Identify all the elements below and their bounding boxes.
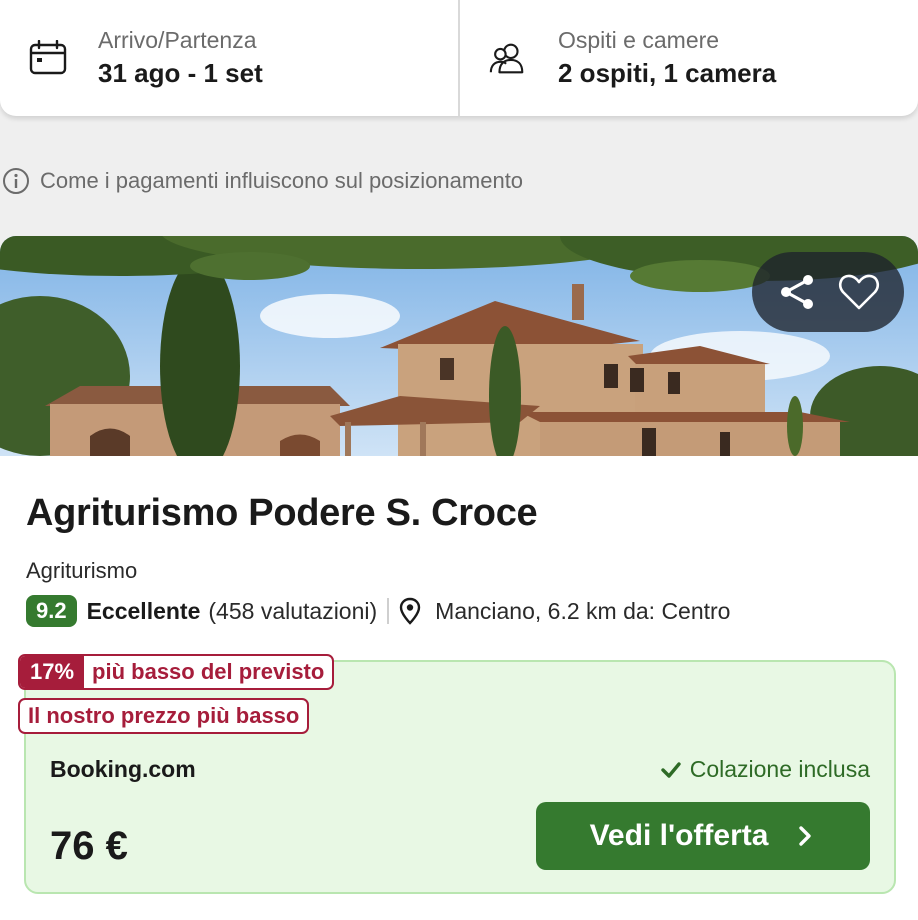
payment-ranking-info[interactable]: Come i pagamenti influiscono sul posizio… bbox=[2, 166, 523, 196]
view-offer-label: Vedi l'offerta bbox=[589, 819, 769, 852]
payment-info-text: Come i pagamenti influiscono sul posizio… bbox=[40, 168, 524, 193]
breakfast-text: Colazione inclusa bbox=[689, 756, 870, 782]
view-offer-button[interactable]: Vedi l'offerta bbox=[536, 802, 870, 870]
heart-icon bbox=[838, 274, 880, 310]
dates-value: 31 ago - 1 set bbox=[98, 58, 263, 89]
guests-label: Ospiti e camere bbox=[558, 26, 720, 53]
hotel-card[interactable]: Agriturismo Podere S. Croce Agriturismo … bbox=[0, 236, 918, 920]
share-icon bbox=[781, 275, 813, 309]
guests-icon bbox=[488, 38, 528, 78]
lowest-price-badge: Il nostro prezzo più basso bbox=[18, 698, 310, 734]
dates-selector[interactable]: Arrivo/Partenza 31 ago - 1 set bbox=[0, 0, 458, 116]
rating-count[interactable]: (458 valutazioni) bbox=[208, 598, 377, 625]
hotel-photo[interactable] bbox=[0, 236, 918, 456]
discount-text: più basso del previsto bbox=[92, 659, 325, 684]
calendar-icon bbox=[28, 38, 68, 78]
share-button[interactable] bbox=[773, 268, 821, 316]
breakfast-included: Colazione inclusa bbox=[660, 756, 870, 783]
hotel-type: Agriturismo bbox=[26, 558, 138, 583]
discount-badge: 17% più basso del previsto bbox=[18, 654, 335, 690]
rating-row: 9.2 Eccellente (458 valutazioni) Mancian… bbox=[26, 594, 730, 628]
hotel-name[interactable]: Agriturismo Podere S. Croce bbox=[26, 492, 538, 535]
discount-percent: 17% bbox=[20, 656, 85, 688]
rating-score-badge: 9.2 bbox=[26, 595, 77, 627]
offer-price: 76 € bbox=[50, 824, 128, 868]
check-icon bbox=[661, 761, 681, 778]
photo-actions bbox=[752, 252, 904, 332]
favorite-button[interactable] bbox=[835, 268, 883, 316]
divider bbox=[387, 598, 390, 624]
dates-label: Arrivo/Partenza bbox=[98, 26, 257, 53]
guests-selector[interactable]: Ospiti e camere 2 ospiti, 1 camera bbox=[458, 0, 918, 116]
guests-value: 2 ospiti, 1 camera bbox=[558, 58, 777, 89]
search-summary-bar: Arrivo/Partenza 31 ago - 1 set Ospiti e … bbox=[0, 0, 918, 116]
rating-label: Eccellente bbox=[86, 597, 201, 624]
provider-name: Booking.com bbox=[50, 756, 196, 782]
chevron-right-icon bbox=[799, 826, 812, 846]
info-icon bbox=[3, 168, 29, 194]
location-text[interactable]: Manciano, 6.2 km da: Centro bbox=[435, 598, 730, 625]
location-pin-icon bbox=[399, 597, 421, 625]
